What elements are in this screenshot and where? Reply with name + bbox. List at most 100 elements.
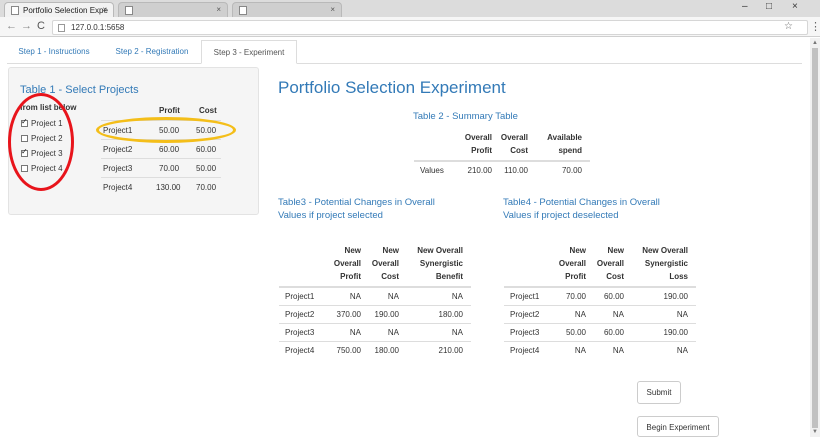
column-header: New Overall Synergistic Benefit <box>407 244 471 288</box>
cell: 190.00 <box>369 304 407 323</box>
scrollbar-thumb[interactable] <box>812 48 818 428</box>
submit-button[interactable]: Submit <box>637 381 681 404</box>
window-close-icon[interactable]: × <box>792 1 798 12</box>
page-scrollbar[interactable]: ▲ ▼ <box>810 38 820 437</box>
step-tabs: Step 1 - Instructions Step 2 - Registrat… <box>7 40 802 64</box>
url-text: 127.0.0.1:5658 <box>71 23 125 32</box>
project-name: Project4 <box>103 183 133 192</box>
cell: 60.00 <box>594 286 632 305</box>
project-name: Project2 <box>279 304 329 323</box>
project-cost: 70.00 <box>196 183 217 192</box>
project-name: Project3 <box>279 322 329 341</box>
project-name: Project3 <box>103 164 133 173</box>
page-title: Portfolio Selection Experiment <box>278 78 506 97</box>
column-header: Available spend <box>536 131 590 162</box>
project-profit: 130.00 <box>156 183 181 192</box>
browser-tab[interactable]: × <box>118 2 228 17</box>
cell: 750.00 <box>329 340 369 359</box>
table-row: Project4 750.00 180.00 210.00 <box>279 340 471 359</box>
close-icon[interactable]: × <box>216 5 221 14</box>
begin-experiment-button[interactable]: Begin Experiment <box>637 416 719 437</box>
table-row: Project1 70.00 60.00 190.00 <box>504 286 696 305</box>
browser-tab[interactable]: × <box>232 2 342 17</box>
project-profit: 70.00 <box>159 164 180 173</box>
project-name: Project1 <box>279 286 329 305</box>
cell: NA <box>632 304 696 323</box>
table-row: Project3 70.00 50.00 <box>101 158 221 177</box>
tab-instructions[interactable]: Step 1 - Instructions <box>7 40 101 64</box>
close-icon[interactable]: × <box>102 5 107 14</box>
cell: NA <box>329 322 369 341</box>
table-row: Project2 NA NA NA <box>504 304 696 323</box>
maximize-icon[interactable]: □ <box>766 1 772 12</box>
project-profit: 60.00 <box>159 145 180 154</box>
cell: NA <box>632 340 696 359</box>
table-row: Project1 NA NA NA <box>279 286 471 305</box>
browser-menu-icon[interactable]: ⋮ <box>810 20 820 33</box>
column-header: New Overall Cost <box>369 244 407 288</box>
cell: NA <box>369 286 407 305</box>
project-cost: 50.00 <box>196 164 217 173</box>
table3: New Overall Profit New Overall Cost New … <box>279 244 471 359</box>
red-circle-annotation <box>8 93 74 191</box>
forward-icon[interactable]: → <box>21 20 32 32</box>
table4: New Overall Profit New Overall Cost New … <box>504 244 696 359</box>
project-cost: 60.00 <box>196 145 217 154</box>
minimize-icon[interactable]: – <box>742 1 748 12</box>
yellow-ellipse-annotation <box>96 117 236 143</box>
cell: NA <box>554 340 594 359</box>
tab-registration[interactable]: Step 2 - Registration <box>103 40 201 64</box>
cell: NA <box>594 304 632 323</box>
cell: 70.00 <box>554 286 594 305</box>
column-header: Overall Cost <box>500 131 536 162</box>
page-icon <box>11 6 19 15</box>
row-label: Values <box>414 160 462 179</box>
table-row: Project4 130.00 70.00 <box>101 177 221 196</box>
bookmark-star-icon[interactable]: ☆ <box>784 21 793 32</box>
cell: NA <box>407 322 471 341</box>
cell: NA <box>329 286 369 305</box>
summary-table: Overall Profit Overall Cost Available sp… <box>414 131 590 179</box>
available-spend-value: 70.00 <box>536 160 590 179</box>
cell: 50.00 <box>554 322 594 341</box>
column-header: New Overall Cost <box>594 244 632 288</box>
table4-caption: Table4 - Potential Changes in Overall Va… <box>503 197 660 221</box>
project-name: Project4 <box>279 340 329 359</box>
project-name: Project3 <box>504 322 554 341</box>
cell: NA <box>554 304 594 323</box>
column-header: New Overall Profit <box>554 244 594 288</box>
overall-profit-value: 210.00 <box>462 160 500 179</box>
cell: 190.00 <box>632 322 696 341</box>
project-name: Project4 <box>504 340 554 359</box>
project-name: Project2 <box>103 145 133 154</box>
table2-caption: Table 2 - Summary Table <box>413 111 518 122</box>
table-row: Project4 NA NA NA <box>504 340 696 359</box>
column-header: New Overall Profit <box>329 244 369 288</box>
browser-tabstrip: Portfolio Selection Expe × × × – □ × <box>0 0 820 17</box>
page-info-icon[interactable] <box>58 24 65 32</box>
browser-tab-title: Portfolio Selection Expe <box>23 6 108 15</box>
column-header: Overall Profit <box>462 131 500 162</box>
cell: NA <box>594 340 632 359</box>
profit-column-header: Profit <box>159 106 180 115</box>
url-input[interactable]: 127.0.0.1:5658 ☆ <box>52 20 808 35</box>
reload-icon[interactable]: C <box>37 20 45 32</box>
page-icon <box>239 6 247 15</box>
close-icon[interactable]: × <box>330 5 335 14</box>
back-icon[interactable]: ← <box>6 20 17 32</box>
cell: 210.00 <box>407 340 471 359</box>
cell: 370.00 <box>329 304 369 323</box>
cost-column-header: Cost <box>199 106 217 115</box>
cell: 180.00 <box>407 304 471 323</box>
project-name: Project2 <box>504 304 554 323</box>
table-row: Project3 NA NA NA <box>279 322 471 341</box>
column-header: New Overall Synergistic Loss <box>632 244 696 288</box>
scroll-up-icon[interactable]: ▲ <box>812 40 818 46</box>
browser-tab-active[interactable]: Portfolio Selection Expe × <box>4 2 114 17</box>
scroll-down-icon[interactable]: ▼ <box>812 429 818 435</box>
page-icon <box>125 6 133 15</box>
cell: NA <box>369 322 407 341</box>
address-bar: ← → C 127.0.0.1:5658 ☆ ⋮ <box>0 17 820 37</box>
cell: 60.00 <box>594 322 632 341</box>
tab-experiment[interactable]: Step 3 - Experiment <box>201 40 297 64</box>
